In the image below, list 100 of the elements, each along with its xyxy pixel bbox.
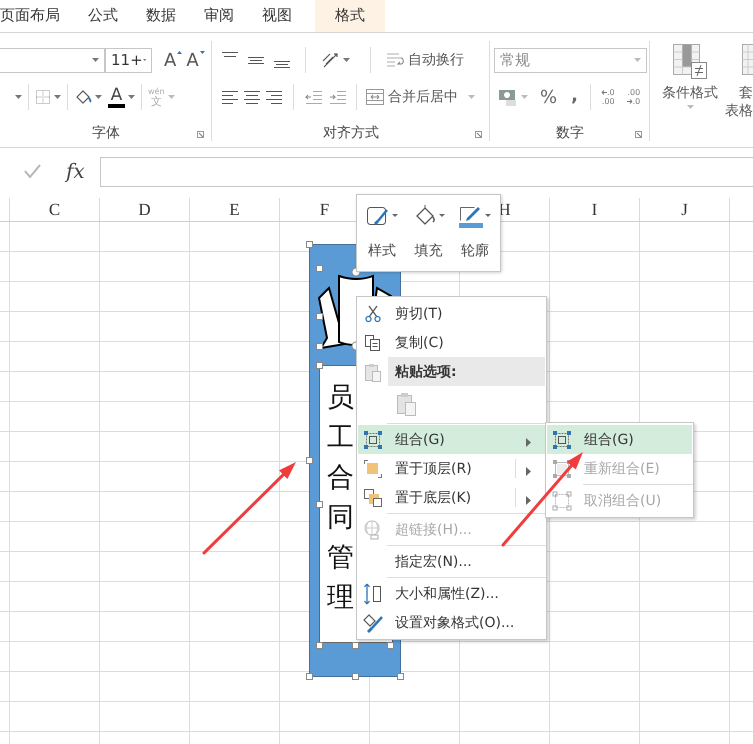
checkmark-icon	[23, 163, 41, 179]
scissors-icon	[364, 304, 382, 322]
decrease-decimal-button[interactable]: .00 .0	[626, 88, 640, 106]
number-format-dropdown[interactable]: 常规	[494, 48, 647, 72]
borders-icon	[35, 89, 51, 105]
menu-item[interactable]: 置于底层(K)	[358, 483, 545, 512]
conditional-formatting-button[interactable]: 条件格式	[655, 43, 725, 109]
caret-icon	[142, 58, 146, 62]
down-triangle-icon	[200, 50, 205, 54]
vertical-title: 员工合同管理	[327, 381, 354, 615]
group-label: 对齐方式	[323, 124, 379, 142]
resize-handle[interactable]	[306, 240, 312, 248]
wrap-text-button[interactable]: 自动换行	[385, 51, 464, 69]
align-right-icon	[266, 90, 282, 104]
dialog-launcher-icon[interactable]	[635, 131, 642, 138]
format-toolbar-button[interactable]: 填充	[406, 204, 452, 271]
insert-function-button[interactable]: fx	[66, 159, 90, 183]
menu-item[interactable]: 设置对象格式(O)...	[358, 608, 545, 637]
clipboard-icon	[364, 362, 382, 382]
format-shape-icon	[362, 612, 384, 632]
fill-color-button[interactable]	[74, 89, 102, 105]
dialog-launcher-icon[interactable]	[197, 131, 204, 138]
paste-option-button[interactable]	[396, 392, 418, 416]
caret-icon	[92, 58, 99, 62]
brush-square-icon	[364, 204, 399, 228]
paint-bucket-icon	[74, 89, 92, 105]
column-header[interactable]: E	[229, 200, 240, 220]
caret-icon	[468, 95, 475, 99]
ribbon-tab[interactable]: 公式	[88, 0, 118, 32]
outdent-icon	[304, 89, 324, 105]
merge-cells-icon	[365, 88, 385, 106]
submenu-arrow-icon	[526, 438, 531, 447]
left-arrow-icon	[600, 90, 607, 95]
banknote-icon	[498, 88, 518, 106]
indent-icon	[328, 89, 348, 105]
menu-item[interactable]: 组合(G)	[547, 425, 692, 454]
menu-item[interactable]: 剪切(T)	[358, 299, 545, 328]
align-right-button[interactable]	[265, 89, 283, 105]
group-icon	[552, 430, 572, 450]
align-center-button[interactable]	[243, 89, 261, 105]
resize-icon	[363, 582, 383, 604]
merge-center-button[interactable]: 合并后居中	[365, 88, 475, 106]
pen-outline-icon	[458, 204, 492, 228]
formula-input-field[interactable]	[100, 157, 753, 187]
ribbon-tab[interactable]: 视图	[262, 0, 292, 32]
column-header[interactable]: J	[681, 200, 688, 220]
comma-button[interactable]: ,	[571, 84, 578, 106]
font-size-dropdown[interactable]: 11+	[105, 48, 152, 72]
group-label: 数字	[556, 124, 584, 142]
caret-icon	[95, 95, 102, 99]
caret-icon	[15, 95, 22, 99]
format-toolbar-button[interactable]: 轮廓	[452, 204, 498, 271]
increase-indent-button[interactable]	[328, 89, 348, 105]
rotated-text-icon	[320, 51, 340, 69]
ribbon-tab[interactable]: 审阅	[204, 0, 234, 32]
menu-item[interactable]: 大小和属性(Z)...	[358, 579, 545, 608]
underline-dropdown-button[interactable]	[15, 95, 22, 99]
align-left-icon	[222, 90, 238, 104]
ribbon-tab[interactable]: 格式	[315, 0, 385, 32]
dialog-launcher-icon[interactable]	[475, 131, 482, 138]
align-top-icon	[222, 52, 238, 57]
menu-item[interactable]: 指定宏(N)...	[358, 547, 545, 576]
ungroup-icon	[552, 490, 572, 510]
right-arrow-icon	[626, 99, 633, 104]
column-header[interactable]: D	[138, 200, 151, 220]
column-header[interactable]: I	[592, 200, 598, 220]
send-backward-icon	[363, 488, 383, 508]
orientation-button[interactable]	[320, 51, 350, 69]
align-left-button[interactable]	[221, 89, 239, 105]
group-icon	[552, 458, 572, 478]
up-triangle-icon	[177, 50, 182, 54]
currency-button[interactable]	[498, 88, 528, 106]
column-header[interactable]: C	[48, 200, 60, 220]
ribbon-tab[interactable]: 页面布局	[0, 0, 60, 32]
resize-handle[interactable]	[306, 456, 312, 464]
format-toolbar-button[interactable]: 样式	[359, 204, 405, 271]
caret-icon	[343, 58, 350, 62]
decrease-indent-button[interactable]	[304, 89, 324, 105]
column-header[interactable]: F	[320, 200, 330, 220]
format-as-table-button[interactable]: 套 表格	[725, 43, 753, 120]
percent-button[interactable]: %	[540, 86, 558, 108]
menu-item[interactable]: 复制(C)	[358, 328, 545, 357]
grow-font-button[interactable]: A	[164, 50, 182, 70]
submenu-arrow-icon	[526, 496, 531, 505]
clipboard-icon	[396, 392, 418, 416]
caret-icon	[54, 95, 61, 99]
caret-icon	[168, 95, 175, 99]
highlighted-grid-icon	[672, 43, 708, 81]
shrink-font-button[interactable]: A	[186, 50, 205, 70]
menu-item[interactable]: 置于顶层(R)	[358, 454, 545, 483]
group-label: 字体	[92, 124, 120, 142]
borders-button[interactable]	[35, 89, 61, 105]
menu-item[interactable]: 组合(G)	[358, 425, 545, 454]
resize-handle[interactable]	[306, 672, 312, 680]
group-icon	[363, 430, 383, 450]
ribbon-tab[interactable]: 数据	[146, 0, 176, 32]
caret-icon	[686, 105, 694, 109]
submenu-arrow-icon	[526, 467, 531, 476]
increase-decimal-button[interactable]: .0 .00	[600, 88, 615, 106]
font-color-button[interactable]: A	[108, 86, 135, 108]
